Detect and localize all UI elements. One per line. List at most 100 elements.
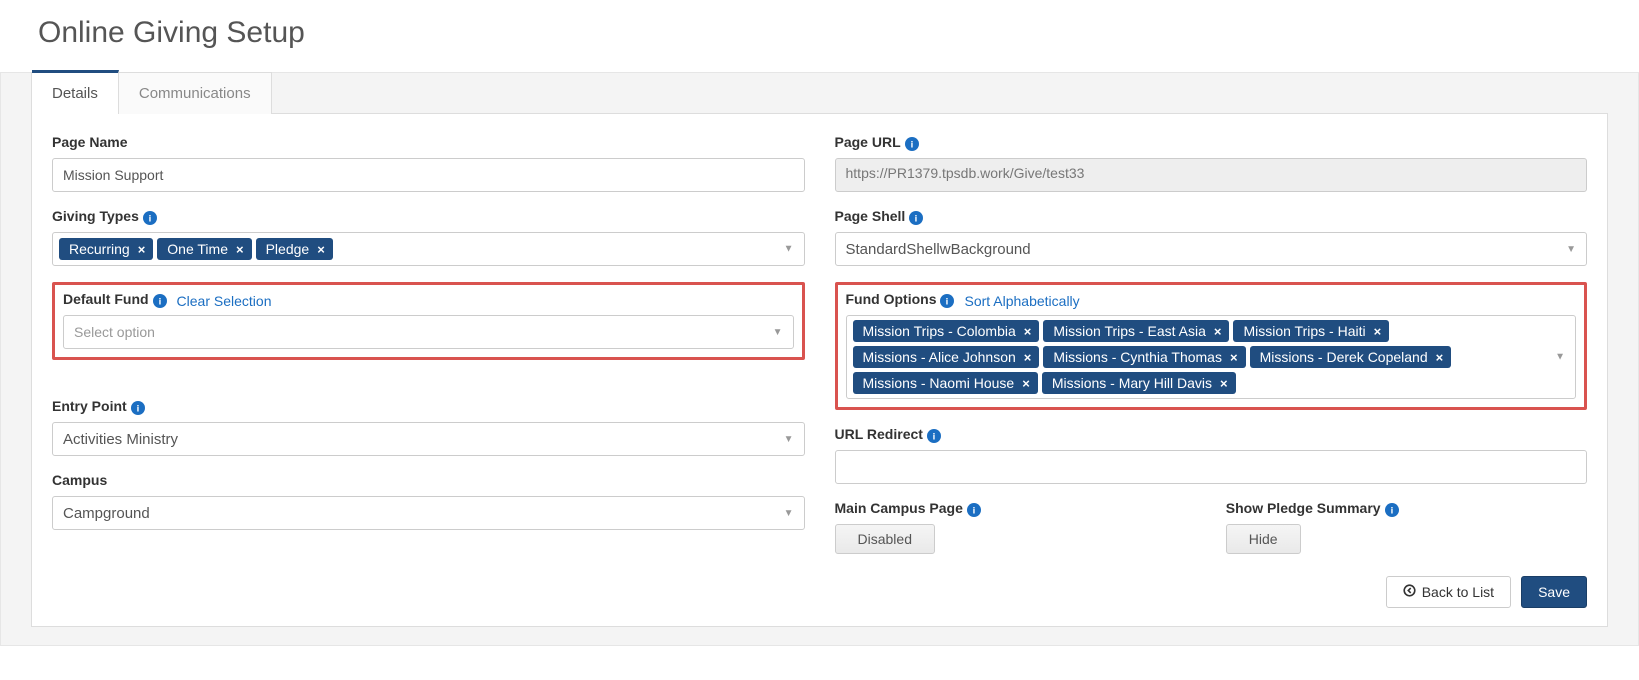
details-panel: Page Name Giving Types i Recurring × One … bbox=[31, 113, 1608, 627]
tag-label: Recurring bbox=[69, 241, 130, 257]
remove-tag-icon[interactable]: × bbox=[1024, 324, 1032, 339]
remove-tag-icon[interactable]: × bbox=[236, 242, 244, 257]
giving-types-group: Giving Types i Recurring × One Time × Pled… bbox=[52, 208, 805, 266]
remove-tag-icon[interactable]: × bbox=[1022, 376, 1030, 391]
show-pledge-label: Show Pledge Summary bbox=[1226, 500, 1381, 516]
campus-select[interactable]: Campground ▼ bbox=[52, 496, 805, 530]
back-to-list-button[interactable]: Back to List bbox=[1386, 576, 1511, 608]
default-fund-highlight: Default Fund i Clear Selection Select op… bbox=[52, 282, 805, 360]
page-url-group: Page URL i https://PR1379.tpsdb.work/Giv… bbox=[835, 134, 1588, 192]
main-campus-toggle[interactable]: Disabled bbox=[835, 524, 935, 554]
remove-tag-icon[interactable]: × bbox=[1214, 324, 1222, 339]
tab-details[interactable]: Details bbox=[32, 70, 119, 114]
page-url-label: Page URL bbox=[835, 134, 901, 150]
remove-tag-icon[interactable]: × bbox=[1024, 350, 1032, 365]
fund-option-tag: Missions - Mary Hill Davis × bbox=[1042, 372, 1236, 394]
remove-tag-icon[interactable]: × bbox=[1374, 324, 1382, 339]
default-fund-placeholder: Select option bbox=[74, 324, 155, 340]
info-icon[interactable]: i bbox=[927, 429, 941, 443]
info-icon[interactable]: i bbox=[131, 401, 145, 415]
entry-point-value: Activities Ministry bbox=[63, 431, 178, 448]
page-url-input: https://PR1379.tpsdb.work/Give/test33 bbox=[835, 158, 1588, 192]
fund-option-tag: Mission Trips - East Asia × bbox=[1043, 320, 1229, 342]
remove-tag-icon[interactable]: × bbox=[1230, 350, 1238, 365]
svg-text:i: i bbox=[973, 506, 976, 517]
fund-options-highlight: Fund Options i Sort Alphabetically Missi… bbox=[835, 282, 1588, 410]
clear-selection-link[interactable]: Clear Selection bbox=[177, 293, 272, 309]
show-pledge-toggle[interactable]: Hide bbox=[1226, 524, 1301, 554]
info-icon[interactable]: i bbox=[905, 137, 919, 151]
page-shell-label: Page Shell bbox=[835, 208, 906, 224]
svg-text:i: i bbox=[149, 214, 152, 225]
svg-text:i: i bbox=[158, 297, 161, 308]
entry-point-select[interactable]: Activities Ministry ▼ bbox=[52, 422, 805, 456]
info-icon[interactable]: i bbox=[143, 211, 157, 225]
tag-label: Missions - Alice Johnson bbox=[863, 349, 1016, 365]
header: Online Giving Setup bbox=[0, 0, 1639, 72]
tag-label: One Time bbox=[167, 241, 228, 257]
campus-value: Campground bbox=[63, 505, 150, 522]
fund-option-tag: Missions - Derek Copeland × bbox=[1250, 346, 1452, 368]
show-pledge-group: Show Pledge Summary i Hide bbox=[1226, 500, 1587, 554]
tag-label: Missions - Derek Copeland bbox=[1260, 349, 1428, 365]
save-button[interactable]: Save bbox=[1521, 576, 1587, 608]
giving-types-label: Giving Types bbox=[52, 208, 139, 224]
svg-text:i: i bbox=[910, 140, 913, 151]
fund-options-select[interactable]: Mission Trips - Colombia × Mission Trips … bbox=[846, 315, 1577, 399]
fund-option-tag: Missions - Alice Johnson × bbox=[853, 346, 1040, 368]
tag-label: Mission Trips - East Asia bbox=[1053, 323, 1206, 339]
page-name-input[interactable] bbox=[52, 158, 805, 192]
tag-label: Missions - Naomi House bbox=[863, 375, 1015, 391]
info-icon[interactable]: i bbox=[909, 211, 923, 225]
campus-label: Campus bbox=[52, 472, 107, 488]
tag-label: Pledge bbox=[266, 241, 310, 257]
chevron-down-icon: ▼ bbox=[773, 327, 783, 338]
back-to-list-label: Back to List bbox=[1422, 584, 1494, 600]
default-fund-select[interactable]: Select option ▼ bbox=[63, 315, 794, 349]
remove-tag-icon[interactable]: × bbox=[138, 242, 146, 257]
tag-label: Missions - Mary Hill Davis bbox=[1052, 375, 1212, 391]
info-icon[interactable]: i bbox=[967, 503, 981, 517]
fund-option-tag: Mission Trips - Colombia × bbox=[853, 320, 1040, 342]
svg-text:i: i bbox=[946, 297, 949, 308]
info-icon[interactable]: i bbox=[153, 294, 167, 308]
remove-tag-icon[interactable]: × bbox=[1220, 376, 1228, 391]
page-title: Online Giving Setup bbox=[38, 16, 1601, 50]
tag-label: Mission Trips - Colombia bbox=[863, 323, 1016, 339]
content-container: Details Communications Page Name Giving … bbox=[0, 72, 1639, 646]
giving-type-tag: Pledge × bbox=[256, 238, 333, 260]
fund-option-tag: Missions - Cynthia Thomas× bbox=[1043, 346, 1245, 368]
page-shell-value: StandardShellwBackground bbox=[846, 241, 1031, 258]
tab-communications[interactable]: Communications bbox=[119, 73, 271, 114]
tag-label: Mission Trips - Haiti bbox=[1243, 323, 1365, 339]
fund-option-tag: Mission Trips - Haiti × bbox=[1233, 320, 1389, 342]
fund-options-label: Fund Options bbox=[846, 291, 937, 307]
url-redirect-group: URL Redirect i bbox=[835, 426, 1588, 484]
remove-tag-icon[interactable]: × bbox=[317, 242, 325, 257]
url-redirect-input[interactable] bbox=[835, 450, 1588, 484]
default-fund-label: Default Fund bbox=[63, 291, 149, 307]
giving-type-tag: One Time × bbox=[157, 238, 251, 260]
chevron-down-icon: ▼ bbox=[784, 434, 794, 445]
page-shell-select[interactable]: StandardShellwBackground ▼ bbox=[835, 232, 1588, 266]
footer-buttons: Back to List Save bbox=[52, 576, 1587, 608]
entry-point-label: Entry Point bbox=[52, 398, 127, 414]
entry-point-group: Entry Point i Activities Ministry ▼ bbox=[52, 398, 805, 456]
svg-text:i: i bbox=[933, 432, 936, 443]
svg-text:i: i bbox=[136, 404, 139, 415]
main-campus-group: Main Campus Page i Disabled bbox=[835, 500, 1196, 554]
info-icon[interactable]: i bbox=[940, 294, 954, 308]
chevron-down-icon: ▼ bbox=[784, 508, 794, 519]
page-shell-group: Page Shell i StandardShellwBackground ▼ bbox=[835, 208, 1588, 266]
fund-option-tag: Missions - Naomi House × bbox=[853, 372, 1038, 394]
back-arrow-icon bbox=[1403, 584, 1416, 600]
main-campus-label: Main Campus Page bbox=[835, 500, 963, 516]
giving-types-select[interactable]: Recurring× One Time× Pledge× ▼ bbox=[52, 232, 805, 266]
page-name-label: Page Name bbox=[52, 134, 127, 150]
info-icon[interactable]: i bbox=[1385, 503, 1399, 517]
tabs: Details Communications bbox=[31, 72, 272, 114]
chevron-down-icon: ▼ bbox=[1555, 352, 1565, 363]
url-redirect-label: URL Redirect bbox=[835, 426, 923, 442]
sort-alphabetically-link[interactable]: Sort Alphabetically bbox=[964, 293, 1079, 309]
remove-tag-icon[interactable]: × bbox=[1436, 350, 1444, 365]
